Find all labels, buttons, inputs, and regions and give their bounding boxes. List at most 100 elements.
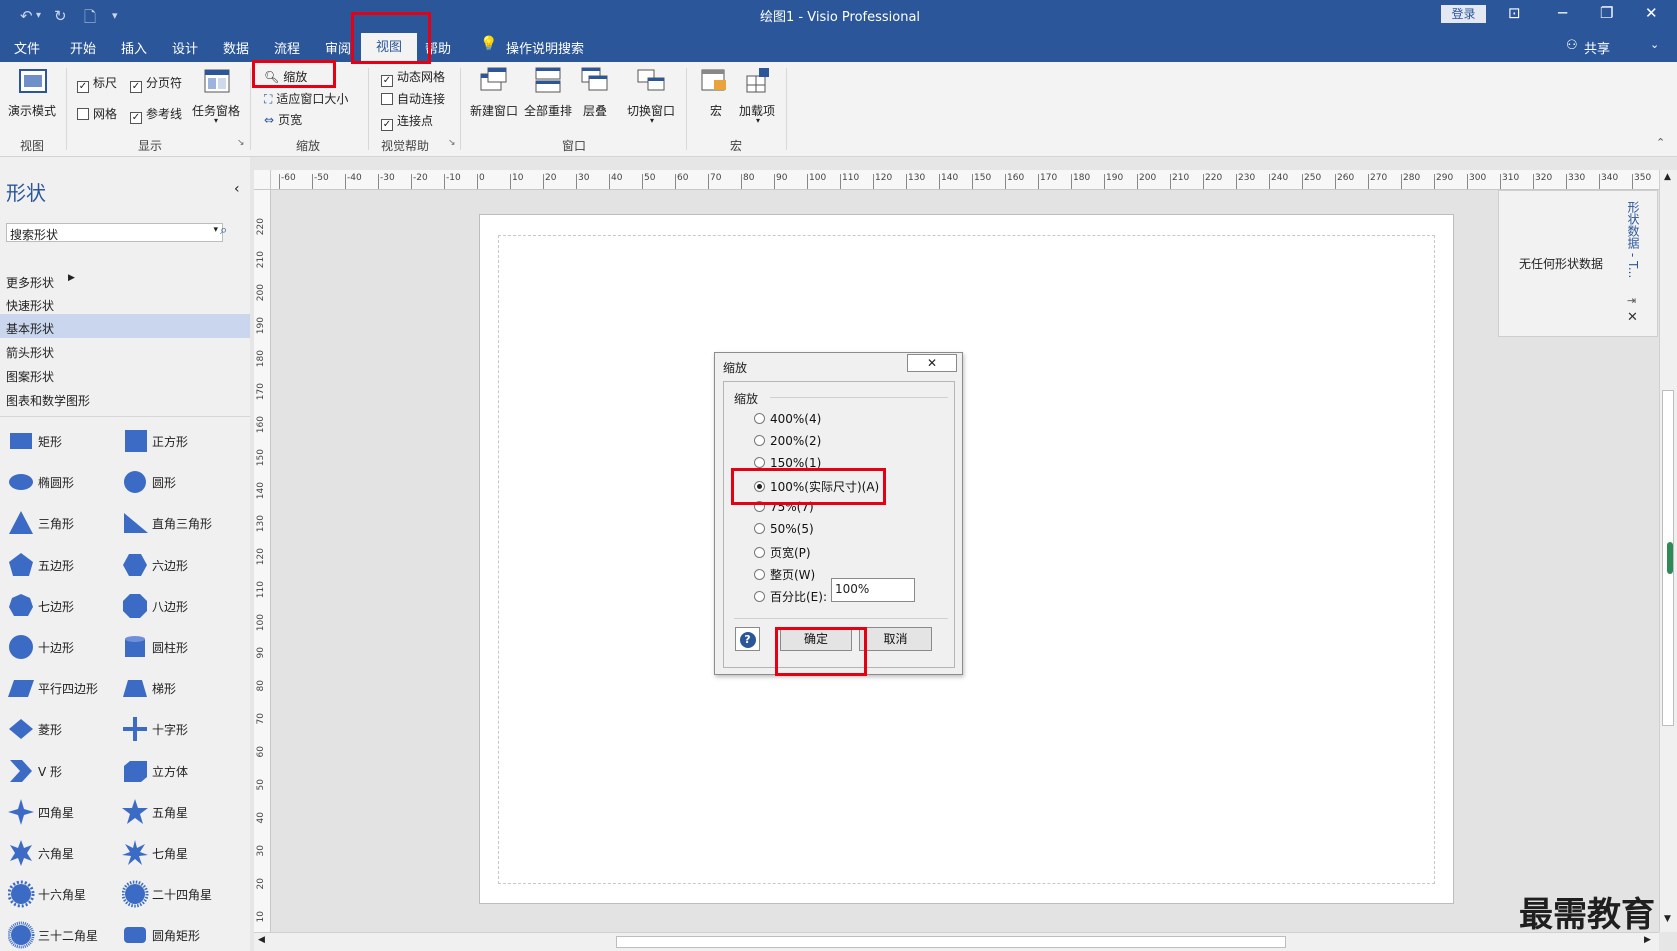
addins-dropdown-icon[interactable]: ▾: [756, 116, 760, 125]
cascade-button[interactable]: 层叠: [583, 102, 607, 119]
scroll-up-icon[interactable]: ▲: [1664, 172, 1671, 182]
horizontal-scroll-thumb[interactable]: [616, 936, 1286, 948]
guides-checkbox[interactable]: ✓ 参考线: [130, 105, 182, 124]
collapse-ribbon-icon[interactable]: ⌃: [1656, 136, 1665, 149]
presentation-mode-button[interactable]: 演示模式: [8, 102, 56, 119]
stencil-graph-math-shapes[interactable]: 图表和数学图形: [6, 392, 90, 409]
ruler-tick: [1269, 174, 1270, 189]
ribbon-display-icon[interactable]: ⊡: [1508, 4, 1521, 22]
undo-dropdown-icon[interactable]: ▾: [36, 10, 41, 21]
new-window-button[interactable]: 新建窗口: [470, 102, 518, 119]
undo-icon[interactable]: ↶: [20, 7, 33, 25]
pin-icon[interactable]: ⇥: [1627, 294, 1636, 307]
redo-icon[interactable]: ↻: [54, 7, 67, 25]
addins-icon: [746, 68, 769, 93]
highlight-zoom-button: [252, 60, 336, 88]
drawing-page[interactable]: [479, 214, 1454, 904]
tell-me-search[interactable]: 操作说明搜索: [506, 38, 584, 57]
tab-insert[interactable]: 插入: [121, 38, 147, 57]
ruler-label: 150: [974, 173, 992, 183]
ruler-label: 50: [644, 173, 656, 183]
close-icon[interactable]: ✕: [1645, 4, 1658, 22]
tab-process[interactable]: 流程: [274, 38, 300, 57]
ruler-checkbox[interactable]: ✓ 标尺: [77, 74, 117, 93]
group-line: [770, 397, 948, 398]
ruler-tick: [477, 174, 478, 189]
ruler-label: 100: [256, 614, 266, 632]
login-button[interactable]: 登录: [1441, 5, 1486, 23]
tab-design[interactable]: 设计: [172, 38, 198, 57]
search-icon[interactable]: ⌕: [220, 223, 227, 238]
autoconnect-label: 自动连接: [397, 92, 446, 106]
dynamic-grid-checkbox[interactable]: ✓ 动态网格: [381, 68, 445, 87]
dialog-close-button[interactable]: ✕: [907, 354, 957, 372]
ruler-tick: [1599, 174, 1600, 189]
horizontal-scrollbar[interactable]: ◀ ▶: [254, 932, 1659, 951]
more-shapes-arrow-icon[interactable]: ▶: [68, 273, 75, 283]
zoom-option-page-width[interactable]: 页宽(P): [754, 544, 811, 561]
connection-points-checkbox[interactable]: ✓ 连接点: [381, 112, 433, 131]
shapes-panel-title: 形状: [6, 181, 46, 205]
page-breaks-checkbox[interactable]: ✓ 分页符: [130, 74, 182, 93]
fit-to-window-button[interactable]: ⛶ 适应窗口大小: [264, 90, 348, 107]
shape-thumbnail-icon: [8, 680, 34, 698]
shape-thumbnail-icon: [123, 593, 147, 618]
arrange-all-button[interactable]: 全部重排: [524, 102, 572, 119]
zoom-option-whole-page[interactable]: 整页(W): [754, 566, 815, 583]
ruler-label: 180: [1073, 173, 1091, 183]
zoom-option-200[interactable]: 200%(2): [754, 434, 821, 448]
more-shapes-menu[interactable]: 更多形状: [6, 274, 54, 291]
tab-data[interactable]: 数据: [223, 38, 249, 57]
scroll-left-icon[interactable]: ◀: [258, 935, 265, 945]
ribbon-options-icon[interactable]: ⌄: [1650, 38, 1659, 51]
help-button[interactable]: ?: [735, 627, 760, 651]
stencil-quick-shapes[interactable]: 快速形状: [6, 297, 54, 314]
shape-item-label: 五边形: [38, 558, 75, 573]
share-button[interactable]: 共享: [1584, 38, 1610, 57]
zoom-option-50[interactable]: 50%(5): [754, 522, 814, 536]
scroll-right-icon[interactable]: ▶: [1644, 935, 1651, 945]
switch-windows-dropdown-icon[interactable]: ▾: [650, 116, 654, 125]
shape-item-label: 菱形: [38, 723, 63, 738]
stencil-decorative-shapes[interactable]: 图案形状: [6, 368, 54, 385]
zoom-option-percent[interactable]: 百分比(E):: [754, 588, 827, 605]
autoconnect-checkbox[interactable]: 自动连接: [381, 90, 445, 107]
tab-home[interactable]: 开始: [70, 38, 96, 57]
close-panel-icon[interactable]: ✕: [1627, 310, 1638, 325]
stencil-basic-shapes[interactable]: 基本形状: [6, 320, 54, 337]
ruler-label: 240: [1271, 173, 1289, 183]
task-panes-dropdown-icon[interactable]: ▾: [214, 116, 218, 125]
collapse-panel-icon[interactable]: ‹: [234, 181, 240, 197]
grid-checkbox[interactable]: 网格: [77, 105, 117, 122]
shape-item-label: 十边形: [38, 641, 75, 655]
shape-thumbnail-icon: [124, 927, 146, 944]
stencil-arrow-shapes[interactable]: 箭头形状: [6, 344, 54, 361]
restore-icon[interactable]: ❐: [1600, 4, 1613, 22]
ruler-tick: [840, 174, 841, 189]
percent-input[interactable]: 100%: [831, 578, 915, 602]
shape-item-label: 正方形: [152, 435, 189, 449]
ruler-label: 300: [1469, 173, 1487, 183]
share-icon[interactable]: ⚇: [1566, 38, 1578, 53]
tab-review[interactable]: 审阅: [325, 38, 351, 57]
search-shapes-input[interactable]: 搜索形状 ▾: [6, 223, 223, 242]
zoom-slider-marker[interactable]: [1667, 542, 1673, 574]
shape-item-label: 十字形: [152, 723, 189, 738]
minimize-icon[interactable]: ─: [1558, 4, 1567, 22]
cancel-button[interactable]: 取消: [859, 627, 932, 651]
show-dialog-launcher-icon[interactable]: ↘: [237, 138, 245, 148]
page-width-button[interactable]: ⇔ 页宽: [264, 111, 302, 128]
ruler-label: 200: [1139, 173, 1157, 183]
new-document-icon[interactable]: 🗋: [84, 7, 96, 32]
scroll-down-icon[interactable]: ▼: [1664, 914, 1671, 924]
zoom-option-400[interactable]: 400%(4): [754, 412, 821, 426]
vertical-scrollbar[interactable]: ▲ ▼: [1659, 170, 1677, 932]
group-separator: [686, 68, 687, 150]
search-dropdown-icon[interactable]: ▾: [213, 225, 218, 235]
tab-file[interactable]: 文件: [14, 38, 40, 57]
ruler-label: 200: [256, 284, 266, 302]
shape-thumbnail-icon: [125, 430, 147, 452]
visual-aids-dialog-launcher-icon[interactable]: ↘: [448, 138, 456, 148]
customize-qat-icon[interactable]: ▾: [112, 9, 118, 22]
macros-button[interactable]: 宏: [710, 102, 722, 119]
